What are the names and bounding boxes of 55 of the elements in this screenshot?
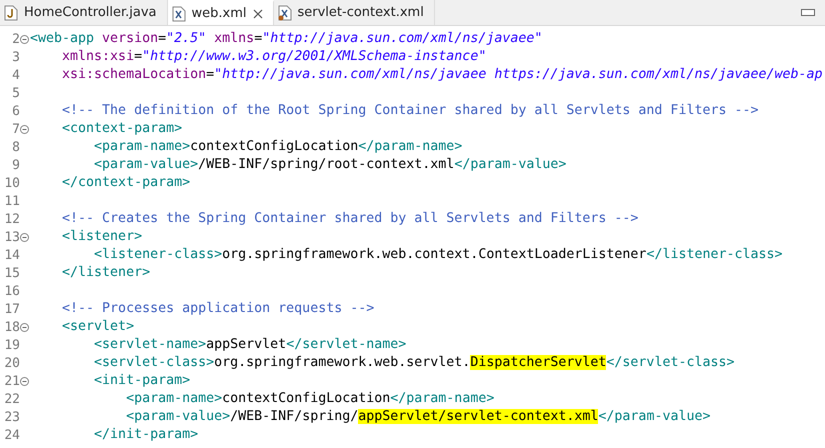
line-number: 21 xyxy=(3,374,20,388)
collapse-icon[interactable] xyxy=(20,322,29,332)
line-number: 5 xyxy=(11,86,20,100)
code-line: <param-name>contextConfigLocation</param-name> xyxy=(93,138,462,156)
line-number: 22 xyxy=(3,392,20,406)
collapse-icon[interactable] xyxy=(20,124,29,134)
collapse-icon[interactable] xyxy=(20,34,29,44)
code-line: <servlet-name>appServlet</servlet-name> xyxy=(93,336,406,354)
xml-file-icon xyxy=(172,6,186,22)
collapse-icon[interactable] xyxy=(20,232,29,242)
line-number: 23 xyxy=(3,410,20,424)
code-line: <!-- The definition of the Root Spring Container shared by all Servlets and Filters --> xyxy=(61,102,758,120)
line-number: 8 xyxy=(11,140,20,154)
xml-file-icon xyxy=(278,4,292,20)
collapse-icon[interactable] xyxy=(20,376,29,386)
code-line: xsi:schemaLocation="http://java.sun.com/xml/ns/javaee https://java.sun.com/xml/ns/javaee/web-ap xyxy=(61,66,823,84)
code-line: <web-app version="2.5" xmlns="http://java.sun.com/xml/ns/javaee" xyxy=(30,30,542,48)
line-number: 11 xyxy=(3,194,20,208)
line-number: 18 xyxy=(3,320,20,334)
line-number: 2 xyxy=(11,32,20,46)
line-number: 24 xyxy=(3,428,20,442)
line-number: 12 xyxy=(3,212,20,226)
code-line: <param-name>contextConfigLocation</param-name> xyxy=(125,390,494,408)
code-line: <!-- Creates the Spring Container shared by all Servlets and Filters --> xyxy=(61,210,638,228)
code-line: xmlns:xsi="http://www.w3.org/2001/XMLSchema-instance" xyxy=(61,48,486,66)
code-line: <listener> xyxy=(61,228,142,246)
code-line: </context-param> xyxy=(61,174,190,192)
editor-tab[interactable]: servlet-context.xml xyxy=(274,0,435,25)
line-number: 17 xyxy=(3,302,20,316)
close-icon[interactable] xyxy=(252,8,262,18)
editor-tab[interactable]: web.xml xyxy=(168,0,274,25)
code-line: <servlet-class>org.springframework.web.servlet.DispatcherServlet</servlet-class> xyxy=(93,354,734,372)
code-line: <servlet> xyxy=(61,318,134,336)
code-line: <listener-class>org.springframework.web.context.ContextLoaderListener</listener-class> xyxy=(93,246,783,264)
line-number: 13 xyxy=(3,230,20,244)
line-number: 6 xyxy=(11,104,20,118)
line-number: 9 xyxy=(11,158,20,172)
code-line: <param-value>/WEB-INF/spring/appServlet/servlet-context.xml</param-value> xyxy=(125,408,710,426)
maximize-button[interactable] xyxy=(801,9,815,16)
line-number: 15 xyxy=(3,266,20,280)
line-number: 16 xyxy=(3,284,20,298)
line-number: 3 xyxy=(11,50,20,64)
line-number: 10 xyxy=(3,176,20,190)
code-line: <context-param> xyxy=(61,120,182,138)
java-file-icon xyxy=(4,4,18,20)
code-line: <param-value>/WEB-INF/spring/root-context.xml</param-value> xyxy=(93,156,566,174)
code-line: <!-- Processes application requests --> xyxy=(61,300,374,318)
line-number: 7 xyxy=(11,122,20,136)
line-number: 4 xyxy=(11,68,20,82)
code-line: </init-param> xyxy=(93,426,198,444)
line-number: 20 xyxy=(3,356,20,370)
line-number: 14 xyxy=(3,248,20,262)
line-number: 19 xyxy=(3,338,20,352)
code-line: <init-param> xyxy=(93,372,190,390)
code-line: </listener> xyxy=(61,264,150,282)
